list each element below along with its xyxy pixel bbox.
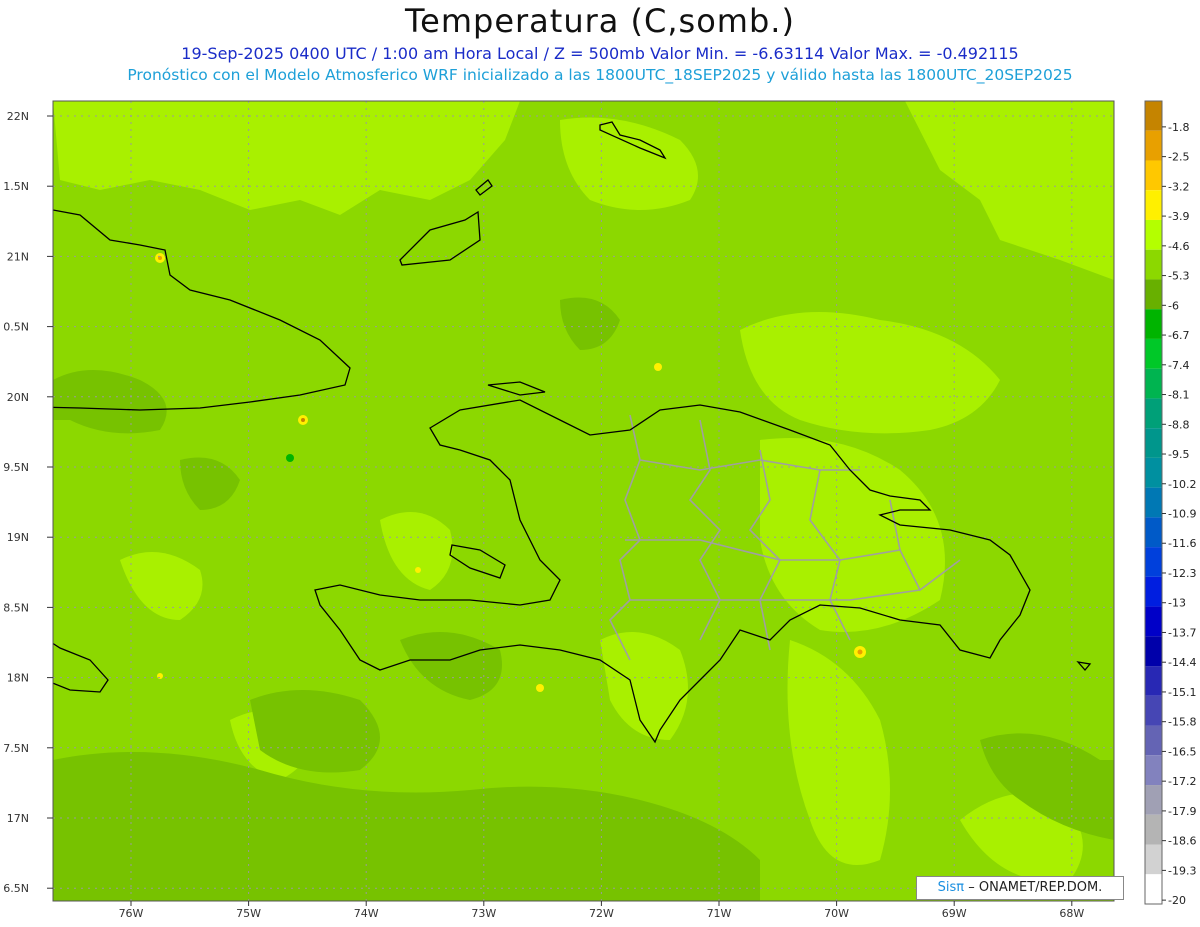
colorbar-label: -8.8 (1168, 418, 1189, 431)
colorbar-label: -15.1 (1168, 686, 1196, 699)
colorbar-label: -4.6 (1168, 240, 1189, 253)
lat-label: 20N (7, 391, 29, 404)
colorbar-label: -13.7 (1168, 626, 1196, 639)
colorbar-label: -20 (1168, 894, 1186, 907)
colorbar-swatch (1145, 130, 1162, 161)
lon-label: 70W (824, 907, 849, 920)
colorbar-label: -5.3 (1168, 270, 1189, 283)
colorbar-label: -16.5 (1168, 745, 1196, 758)
lat-label: 9.5N (3, 461, 29, 474)
colorbar-swatch (1145, 428, 1162, 458)
lat-label: 7.5N (3, 742, 29, 755)
colorbar-label: -2.5 (1168, 151, 1189, 164)
colorbar-swatch (1145, 874, 1162, 904)
lat-label: 18N (7, 672, 29, 685)
colorbar-swatch (1145, 666, 1162, 696)
colorbar-swatch (1145, 219, 1162, 250)
sispi-logo: Sisπ (937, 880, 965, 895)
lon-label: 72W (589, 907, 614, 920)
colorbar-label: -14.4 (1168, 656, 1196, 669)
colorbar-label: -7.4 (1168, 359, 1189, 372)
lat-label: 0.5N (3, 321, 29, 334)
lon-label: 75W (236, 907, 261, 920)
colorbar-label: -19.3 (1168, 864, 1196, 877)
colorbar-swatch (1145, 576, 1162, 607)
lat-label: 21N (7, 250, 29, 263)
colorbar-label: -6 (1168, 299, 1179, 312)
colorbar-label: -17.9 (1168, 805, 1196, 818)
colorbar-swatch (1145, 190, 1162, 220)
colorbar-swatch (1145, 101, 1162, 131)
colorbar-label: -18.6 (1168, 835, 1196, 848)
lon-label: 71W (707, 907, 732, 920)
lat-label: 19N (7, 531, 29, 544)
colorbar-swatch (1145, 249, 1162, 280)
lon-label: 76W (119, 907, 144, 920)
colorbar: -1.8 -2.5 -3.2 -3.9 -4.6 -5.3 -6 -6.7 -7.4 -8.1 -8… (1144, 100, 1196, 907)
credit-box: Sisπ – ONAMET/REP.DOM. (916, 876, 1124, 900)
temperature-field (53, 101, 1114, 901)
colorbar-swatch (1145, 457, 1162, 488)
colorbar-label: -8.1 (1168, 389, 1189, 402)
lat-label: 1.5N (3, 180, 29, 193)
colorbar-label: -1.8 (1168, 121, 1189, 134)
colorbar-swatch (1145, 517, 1162, 548)
lon-label: 69W (942, 907, 967, 920)
colorbar-swatch (1145, 755, 1162, 786)
colorbar-label: -3.9 (1168, 210, 1189, 223)
colorbar-swatch (1145, 725, 1162, 756)
colorbar-label: -10.9 (1168, 508, 1196, 521)
lat-label: 22N (7, 110, 29, 123)
colorbar-swatch (1145, 279, 1162, 310)
latitude-labels: 22N 1.5N 21N 0.5N 20N 9.5N 19N 8.5N 18N 7.5N 17N 6.… (3, 110, 53, 895)
colorbar-swatch (1145, 695, 1162, 726)
colorbar-swatch (1145, 636, 1162, 667)
colorbar-label: -3.2 (1168, 180, 1189, 193)
colorbar-label: -12.3 (1168, 567, 1196, 580)
lat-label: 17N (7, 812, 29, 825)
colorbar-label: -10.2 (1168, 478, 1196, 491)
colorbar-label: -15.8 (1168, 716, 1196, 729)
colorbar-swatch (1145, 338, 1162, 369)
colorbar-label: -13 (1168, 597, 1186, 610)
lat-label: 8.5N (3, 601, 29, 614)
colorbar-label: -17.2 (1168, 775, 1196, 788)
lon-label: 74W (354, 907, 379, 920)
colorbar-swatch (1145, 398, 1162, 429)
colorbar-swatch (1145, 368, 1162, 399)
colorbar-swatch (1145, 547, 1162, 577)
longitude-labels: 76W 75W 74W 73W 72W 71W 70W 69W 68W (119, 901, 1084, 920)
temperature-map: 22N 1.5N 21N 0.5N 20N 9.5N 19N 8.5N 18N 7.5N 17N 6.… (3, 100, 1196, 920)
lon-label: 73W (471, 907, 496, 920)
colorbar-label: -6.7 (1168, 329, 1189, 342)
colorbar-label: -11.6 (1168, 537, 1196, 550)
credit-org: – ONAMET/REP.DOM. (968, 880, 1103, 895)
colorbar-swatch (1145, 606, 1162, 637)
colorbar-swatch (1145, 785, 1162, 815)
colorbar-swatch (1145, 844, 1162, 875)
colorbar-swatch (1145, 487, 1162, 518)
lon-label: 68W (1059, 907, 1084, 920)
colorbar-swatch (1145, 814, 1162, 845)
colorbar-label: -9.5 (1168, 448, 1189, 461)
colorbar-swatch (1145, 160, 1162, 191)
lat-label: 6.5N (3, 882, 29, 895)
colorbar-swatch (1145, 309, 1162, 339)
